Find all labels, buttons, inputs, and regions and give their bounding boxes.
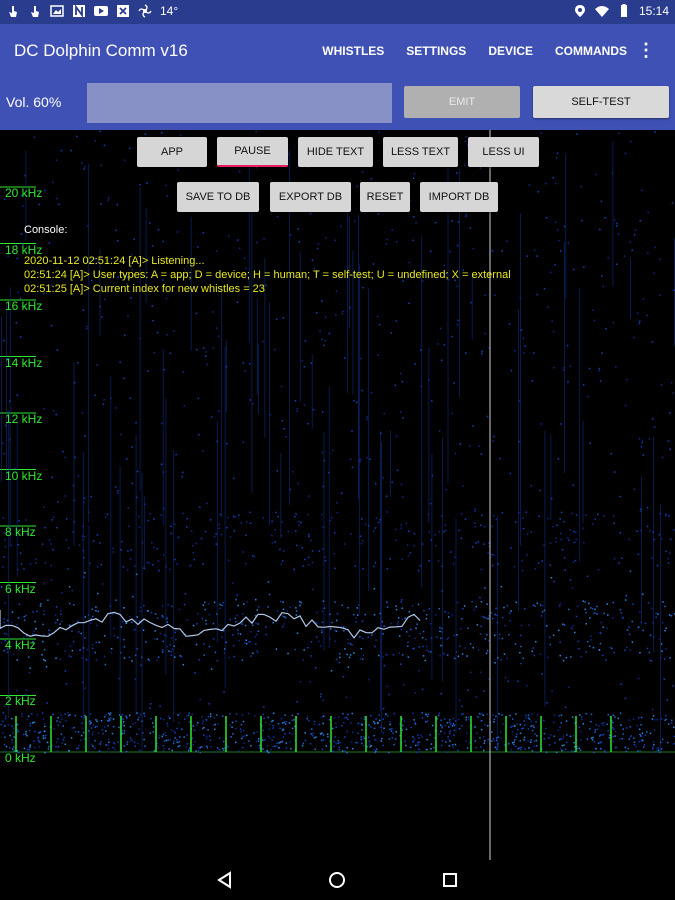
volume-label: Vol. 60% [6, 94, 62, 110]
spectrogram-canvas [0, 130, 675, 860]
freq-label-0: 0 kHz [5, 751, 36, 765]
freq-label-2: 2 kHz [5, 694, 36, 708]
menu-whistles[interactable]: WHISTLES [322, 44, 384, 58]
menu-device[interactable]: DEVICE [488, 44, 533, 58]
console-line: 02:51:25 [A]> Current index for new whis… [24, 283, 265, 295]
freq-label-12: 12 kHz [5, 412, 43, 426]
hide-text-button[interactable]: HIDE TEXT [298, 137, 373, 167]
freq-label-6: 6 kHz [5, 582, 36, 596]
freq-label-8: 8 kHz [5, 525, 36, 539]
overflow-menu-icon[interactable]: ⋮ [637, 40, 655, 61]
youtube-icon [94, 6, 108, 16]
wifi-icon [594, 6, 609, 17]
console-title: Console: [24, 224, 68, 236]
freq-label-20: 20 kHz [5, 186, 43, 200]
console-line: 02:51:24 [A]> User types: A = app; D = d… [24, 269, 511, 281]
less-ui-button[interactable]: LESS UI [468, 137, 539, 167]
app-title: DC Dolphin Comm v16 [14, 41, 188, 60]
fan-icon [138, 4, 152, 18]
app-bar: DC Dolphin Comm v16 WHISTLES SETTINGS DE… [0, 24, 675, 78]
battery-icon [620, 4, 627, 17]
navigation-bar [0, 860, 675, 900]
pause-button[interactable]: PAUSE [217, 137, 288, 167]
location-icon [574, 5, 585, 17]
reset-button[interactable]: RESET [360, 182, 410, 212]
freq-label-10: 10 kHz [5, 469, 43, 483]
volume-bar: Vol. 60% EMIT SELF-TEST [0, 78, 675, 130]
notification-icons: 14° [6, 4, 178, 18]
self-test-button[interactable]: SELF-TEST [533, 86, 669, 118]
console-log: 2020-11-12 02:51:24 [A]> Listening... 02… [24, 254, 511, 296]
recents-icon[interactable] [441, 871, 459, 889]
export-db-button[interactable]: EXPORT DB [270, 182, 351, 212]
freq-label-14: 14 kHz [5, 356, 43, 370]
menu-commands[interactable]: COMMANDS [555, 44, 627, 58]
home-icon[interactable] [328, 871, 346, 889]
status-bar: 14° 15:14 [0, 0, 675, 24]
save-to-db-button[interactable]: SAVE TO DB [177, 182, 259, 212]
import-db-button[interactable]: IMPORT DB [420, 182, 498, 212]
top-menu: WHISTLES SETTINGS DEVICE COMMANDS [322, 44, 627, 58]
clock: 15:14 [638, 4, 669, 18]
menu-settings[interactable]: SETTINGS [406, 44, 466, 58]
back-icon[interactable] [216, 871, 234, 889]
freq-label-16: 16 kHz [5, 299, 43, 313]
x-icon [117, 5, 129, 17]
system-icons: 15:14 [573, 4, 669, 18]
freq-label-4: 4 kHz [5, 638, 36, 652]
n-icon [73, 4, 85, 18]
spectrogram-noise [0, 130, 675, 754]
emit-button[interactable]: EMIT [404, 86, 520, 118]
spectrogram [0, 130, 675, 860]
touch-icon [9, 6, 17, 17]
console-line: 2020-11-12 02:51:24 [A]> Listening... [24, 255, 205, 267]
less-text-button[interactable]: LESS TEXT [383, 137, 458, 167]
touch-icon [31, 6, 39, 17]
temperature: 14° [160, 4, 179, 18]
image-icon [50, 5, 64, 17]
volume-slider[interactable] [87, 83, 392, 123]
app-button[interactable]: APP [137, 137, 207, 167]
